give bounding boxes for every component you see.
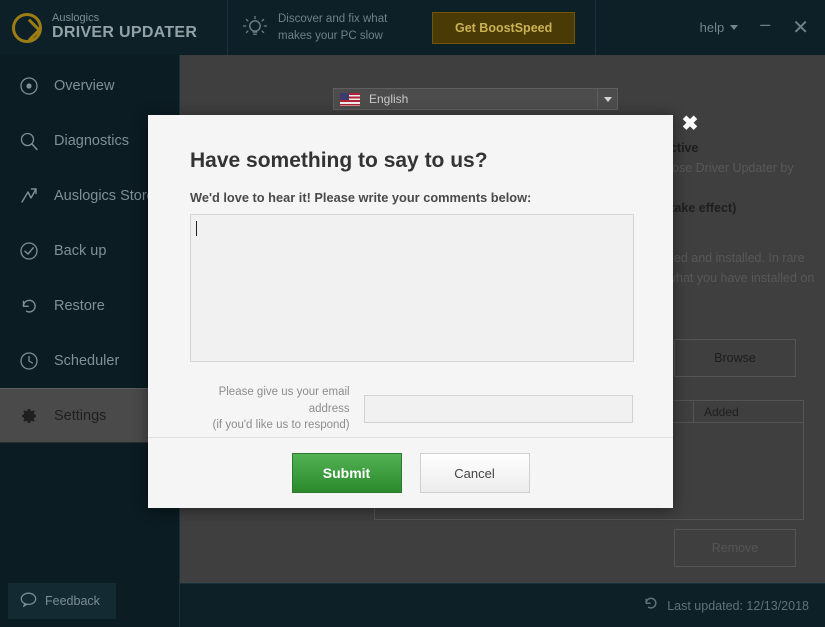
brand-logo-area: Auslogics DRIVER UPDATER (0, 0, 228, 55)
remove-button[interactable]: Remove (674, 529, 796, 567)
dialog-footer: Submit Cancel (148, 437, 673, 508)
sidebar-item-label: Back up (54, 242, 107, 259)
email-label: Please give us your email address (if yo… (190, 384, 350, 434)
auslogics-logo-icon (12, 12, 42, 43)
title-bar: Auslogics DRIVER UPDATER Discover and fi… (0, 0, 825, 55)
promo-line-2: your PC slow (315, 29, 383, 42)
window-controls: help – ✕ (700, 0, 825, 55)
email-row: Please give us your email address (if yo… (190, 384, 633, 434)
dialog-subtitle: We'd love to hear it! Please write your … (190, 190, 532, 205)
language-value: English (369, 92, 409, 106)
last-updated-label: Last updated: 12/13/2018 (667, 598, 809, 613)
feedback-dialog: Have something to say to us? We'd love t… (148, 115, 673, 508)
sidebar-item-label: Auslogics Store (54, 187, 155, 204)
help-menu-button[interactable]: help (700, 20, 739, 35)
sidebar-item-overview[interactable]: Overview (0, 58, 179, 113)
bg-text-line: what you have installed on (667, 271, 815, 285)
refresh-icon[interactable] (643, 595, 659, 616)
us-flag-icon (340, 92, 360, 106)
check-icon (18, 240, 40, 262)
gear-icon (18, 405, 40, 427)
sidebar-item-label: Scheduler (54, 352, 120, 369)
email-label-line-1: Please give us your email address (218, 386, 350, 415)
cancel-button[interactable]: Cancel (419, 453, 530, 493)
sidebar-item-label: Restore (54, 297, 105, 314)
brand-text: Auslogics DRIVER UPDATER (52, 13, 197, 41)
language-select[interactable]: English (333, 88, 618, 110)
undo-icon (18, 295, 40, 317)
bg-text-line: aded and installed. In rare (660, 251, 805, 265)
comment-textarea[interactable] (190, 214, 634, 362)
feedback-button[interactable]: Feedback (8, 583, 116, 619)
promo-banner: Discover and fix what makes your PC slow… (228, 0, 596, 55)
submit-button[interactable]: Submit (291, 453, 402, 493)
help-label: help (699, 20, 725, 35)
target-icon (18, 75, 40, 97)
chart-icon (18, 185, 40, 207)
get-boostspeed-button[interactable]: Get BoostSpeed (432, 11, 576, 44)
close-window-button[interactable]: ✕ (792, 18, 809, 38)
text-cursor (196, 221, 197, 236)
brand-product: DRIVER UPDATER (52, 23, 198, 41)
clock-icon (18, 350, 40, 372)
minimize-button[interactable]: – (760, 15, 770, 33)
status-bar: Last updated: 12/13/2018 (180, 583, 825, 627)
speech-bubble-icon (20, 592, 37, 610)
sidebar-item-label: Settings (54, 407, 107, 424)
search-icon (18, 130, 40, 152)
dialog-title: Have something to say to us? (190, 149, 488, 172)
lightbulb-icon (242, 15, 268, 41)
feedback-label: Feedback (45, 594, 100, 608)
dialog-body: Have something to say to us? We'd love t… (148, 115, 673, 434)
bg-text-line: close Driver Updater by (663, 161, 794, 175)
app-window: Auslogics DRIVER UPDATER Discover and fi… (0, 0, 825, 627)
sidebar-item-label: Overview (54, 77, 115, 94)
sidebar-item-label: Diagnostics (54, 132, 129, 149)
email-field[interactable] (363, 395, 633, 423)
chevron-down-icon[interactable] (597, 89, 617, 109)
chevron-down-icon (730, 25, 739, 30)
promo-text: Discover and fix what makes your PC slow (278, 11, 418, 44)
email-label-line-2: (if you'd like us to respond) (212, 419, 350, 432)
browse-button[interactable]: Browse (674, 339, 796, 377)
close-dialog-button[interactable]: ✖ (679, 113, 701, 135)
table-col-added: Added (693, 401, 803, 422)
